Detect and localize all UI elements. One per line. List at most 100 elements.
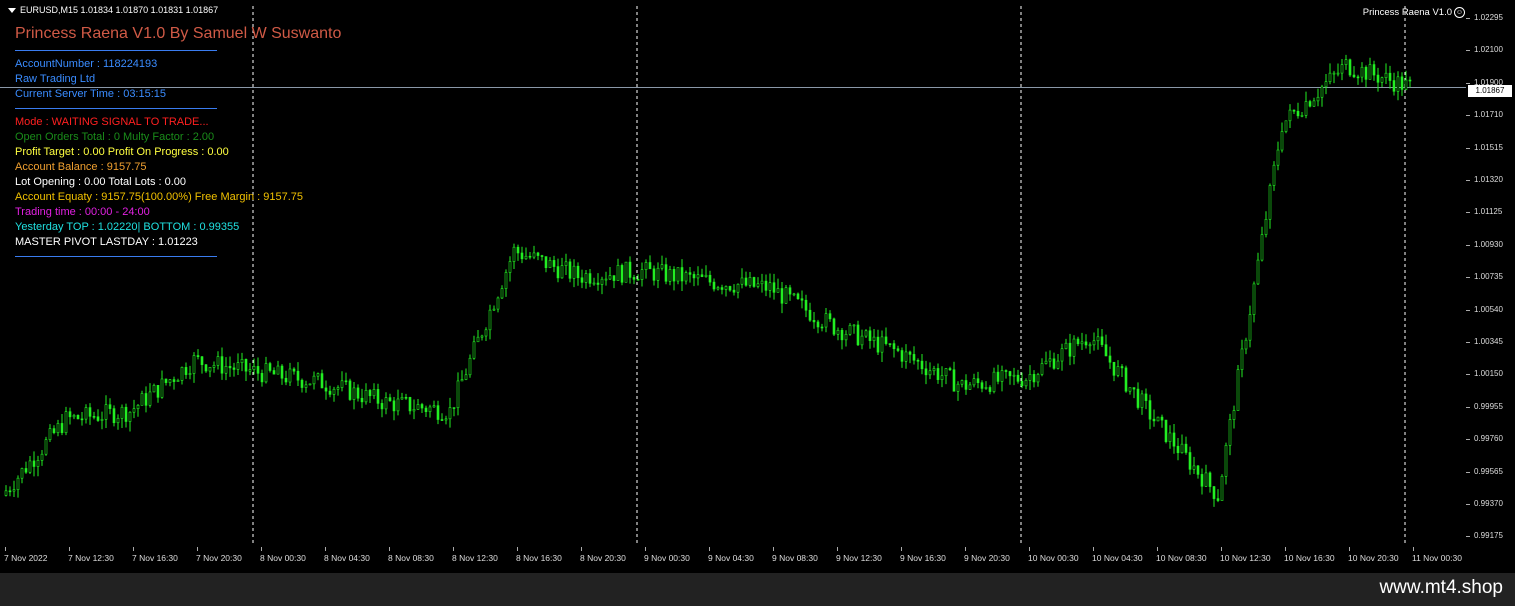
candle-body (892, 343, 896, 350)
candle-body (480, 335, 484, 338)
candle-body (1316, 96, 1320, 102)
panel-line: Mode : WAITING SIGNAL TO TRADE... (15, 116, 209, 128)
price-tick-label: 1.02100 (1474, 45, 1503, 55)
time-tick-mark (1413, 547, 1414, 551)
candle-body (776, 288, 780, 293)
candle-body (136, 404, 140, 410)
candle-body (748, 277, 752, 286)
candle-body (1168, 432, 1172, 442)
candle-body (164, 378, 168, 383)
candle-body (1236, 369, 1240, 411)
candle-body (1104, 344, 1108, 357)
candle-body (324, 387, 328, 392)
candle-body (576, 265, 580, 279)
candle-body (116, 418, 120, 424)
candle-body (1220, 476, 1224, 501)
candle-body (656, 267, 660, 281)
candle-body (952, 369, 956, 392)
symbol-info: EURUSD,M15 1.01834 1.01870 1.01831 1.018… (20, 5, 219, 15)
candle-body (1084, 341, 1088, 346)
time-tick-label: 9 Nov 12:30 (836, 553, 882, 563)
candle-body (244, 359, 248, 372)
candle-body (1392, 80, 1396, 92)
candle-body (568, 261, 572, 279)
expert-advisor-label: Princess Raena V1.0 ☺ (1363, 7, 1465, 18)
candle-body (1184, 443, 1188, 453)
time-tick-label: 9 Nov 00:30 (644, 553, 690, 563)
time-tick-label: 7 Nov 2022 (4, 553, 48, 563)
panel-line: Trading time : 00:00 - 24:00 (15, 206, 150, 218)
candle-body (1368, 64, 1372, 80)
candle-body (448, 407, 452, 420)
candle-body (1232, 410, 1236, 420)
panel-line: Account Balance : 9157.75 (15, 161, 147, 173)
candle-body (668, 269, 672, 282)
candle-body (1000, 370, 1004, 382)
time-tick-label: 7 Nov 16:30 (132, 553, 178, 563)
candle-body (1384, 72, 1388, 79)
candle-body (284, 377, 288, 383)
candle-body (384, 397, 388, 410)
panel-line: Yesterday TOP : 1.02220| BOTTOM : 0.9935… (15, 221, 240, 233)
chevron-down-icon[interactable] (8, 8, 16, 14)
candle-body (664, 264, 668, 282)
candle-body (180, 367, 184, 381)
candle-body (840, 329, 844, 341)
candle-body (716, 287, 720, 290)
candle-body (36, 460, 40, 467)
candle-body (100, 419, 104, 421)
price-tick-mark (1466, 504, 1470, 505)
candle-body (296, 370, 300, 381)
price-tick-label: 0.99370 (1474, 499, 1503, 508)
candle-body (1044, 360, 1048, 364)
candle-body (564, 261, 568, 266)
candle-body (696, 274, 700, 279)
candle-body (1312, 100, 1316, 107)
candle-body (620, 265, 624, 283)
price-chart[interactable]: EURUSD,M15 1.01834 1.01870 1.01831 1.018… (0, 0, 1515, 573)
candle-body (436, 405, 440, 420)
candle-body (1288, 109, 1292, 122)
price-tick-label: 0.99760 (1474, 434, 1503, 444)
candle-body (516, 246, 520, 254)
candle-body (964, 380, 968, 390)
candle-body (236, 362, 240, 370)
candle-body (412, 409, 416, 412)
candle-body (88, 407, 92, 417)
candle-body (524, 255, 528, 260)
candle-body (1040, 363, 1044, 375)
candle-body (592, 282, 596, 285)
candle-body (712, 281, 716, 290)
time-tick-mark (453, 547, 454, 551)
candle-body (460, 379, 464, 382)
candle-body (956, 383, 960, 392)
candle-body (608, 275, 612, 280)
candle-body (800, 298, 804, 301)
candle-body (1400, 76, 1404, 90)
candle-body (848, 325, 852, 335)
candle-body (992, 371, 996, 392)
candle-body (52, 428, 56, 434)
candle-body (28, 460, 32, 473)
candle-body (1340, 64, 1344, 74)
price-tick-mark (1466, 82, 1470, 84)
current-price-label: 1.01867 (1468, 85, 1512, 97)
candle-body (820, 326, 824, 329)
price-tick-mark (1466, 244, 1470, 246)
candle-body (500, 288, 504, 299)
candle-body (832, 318, 836, 335)
price-tick-label: 1.01125 (1474, 207, 1503, 217)
candle-body (788, 287, 792, 295)
candle-body (1012, 374, 1016, 377)
time-tick-mark (133, 547, 134, 551)
candle-body (228, 366, 232, 369)
account-info-lines: AccountNumber : 118224193 Raw Trading Ltd… (15, 57, 341, 102)
time-tick-mark (197, 547, 198, 551)
time-tick-label: 9 Nov 04:30 (708, 553, 754, 563)
candle-body (484, 329, 488, 337)
candle-body (1268, 185, 1272, 220)
candle-body (972, 378, 976, 386)
candle-body (760, 280, 764, 285)
candle-body (64, 411, 68, 433)
candle-body (1348, 59, 1352, 76)
